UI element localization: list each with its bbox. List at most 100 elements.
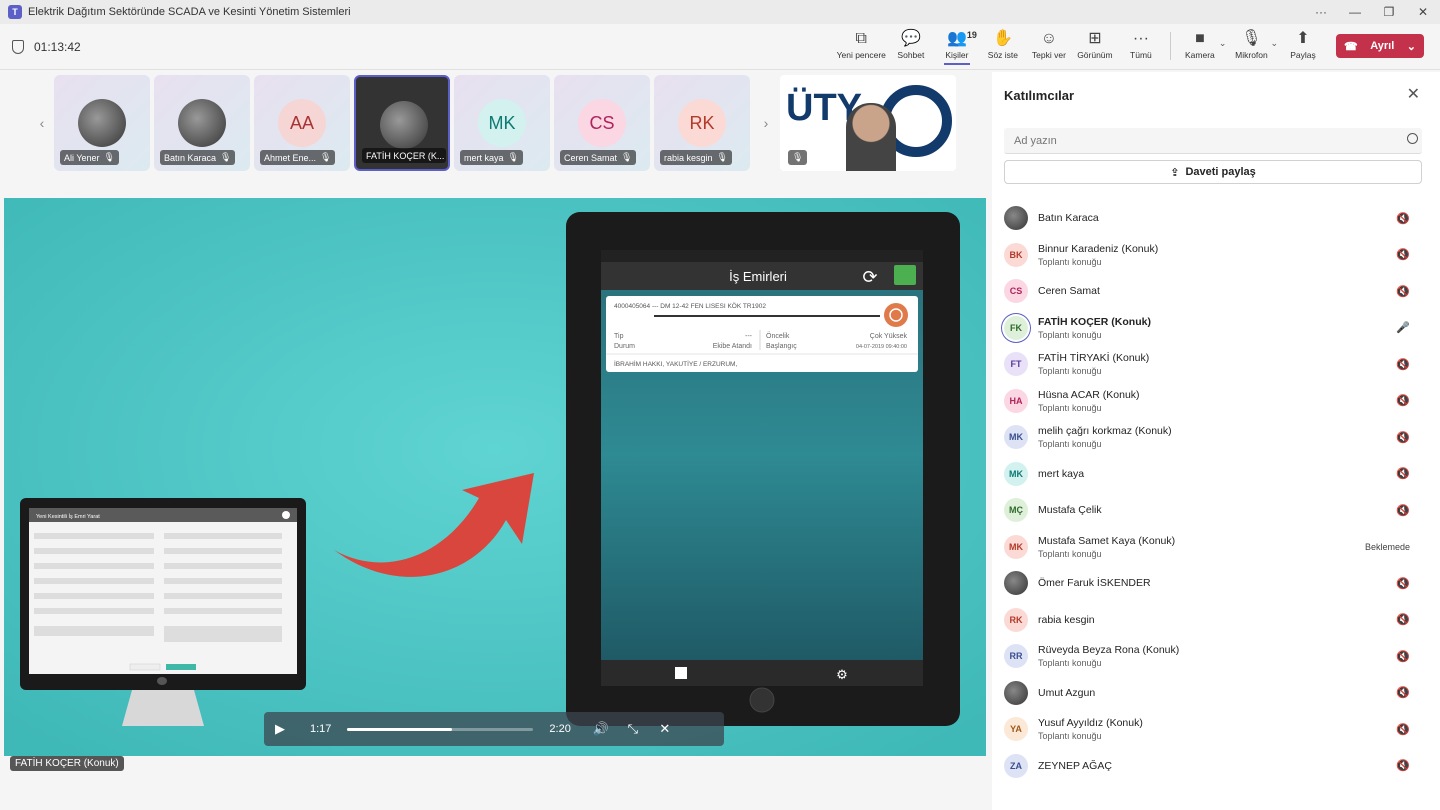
participant-row[interactable]: Ömer Faruk İSKENDER 🔇 — [1004, 565, 1428, 601]
volume-icon[interactable]: 🔊 — [585, 721, 617, 737]
participant-row[interactable]: RR Rüveyda Beyza Rona (Konuk) Toplantı kon… — [1004, 638, 1428, 674]
close-window-button[interactable]: ✕ — [1406, 5, 1440, 19]
participant-name: Ömer Faruk İSKENDER — [1038, 577, 1151, 589]
avatar — [1004, 206, 1028, 230]
avatar: BK — [1004, 242, 1028, 267]
share-screen-icon: ⬆ — [1296, 30, 1310, 47]
mic-off-icon: 🎙 — [1241, 30, 1262, 47]
phone-hangup-icon: ☎ — [1344, 40, 1358, 53]
minimize-button[interactable]: — — [1338, 5, 1372, 19]
participant-row[interactable]: CS Ceren Samat 🔇 — [1004, 273, 1428, 309]
participant-row[interactable]: RK rabia kesgin 🔇 — [1004, 602, 1428, 638]
participant-role: Toplantı konuğu — [1038, 548, 1102, 559]
avatar: FK — [1004, 315, 1028, 340]
participant-row[interactable]: Umut Azgun 🔇 — [1004, 675, 1428, 711]
participant-row[interactable]: Batın Karaca 🔇 — [1004, 200, 1428, 236]
toolbar-raise-hand-button[interactable]: ✋ Söz iste — [982, 28, 1024, 60]
video-tile[interactable]: MK mert kaya 🎙 — [454, 75, 550, 171]
mic-button[interactable]: 🎙 Mikrofon — [1230, 28, 1272, 60]
leave-button[interactable]: ☎ Ayrıl ⌄ — [1336, 34, 1424, 58]
play-button[interactable]: ▶ — [264, 721, 296, 737]
camera-label: Kamera — [1185, 50, 1215, 60]
tile-name-label: Ali Yener 🎙 — [60, 150, 119, 165]
popout-icon: ⧉ — [855, 30, 867, 47]
participant-name: Batın Karaca — [1038, 212, 1099, 224]
video-tile[interactable]: CS Ceren Samat 🎙 — [554, 75, 650, 171]
participant-search-input[interactable] — [1004, 128, 1422, 154]
tile-name-label: Batın Karaca 🎙 — [160, 150, 236, 165]
avatar — [1004, 571, 1028, 595]
toolbar-emoji-button[interactable]: ☺ Tepki ver — [1028, 28, 1070, 60]
video-tile[interactable]: RK rabia kesgin 🎙 — [654, 75, 750, 171]
share-button[interactable]: ⬆ Paylaş — [1282, 28, 1324, 60]
participant-row[interactable]: FT FATİH TİRYAKİ (Konuk) Toplantı konuğu 🔇 — [1004, 346, 1428, 382]
participant-row[interactable]: YA Yusuf Ayyıldız (Konuk) Toplantı konuğu 🔇 — [1004, 711, 1428, 747]
presenter-name-label: FATİH KOÇER (Konuk) — [10, 756, 124, 771]
avatar — [78, 99, 126, 147]
participant-row[interactable]: ZA ZEYNEP AĞAÇ 🔇 — [1004, 748, 1428, 784]
tip-label: Tip — [614, 333, 624, 340]
participant-info: Mustafa Çelik — [1038, 504, 1358, 516]
participant-status-text: Beklemede — [1364, 541, 1410, 552]
close-player-icon[interactable]: ✕ — [649, 721, 681, 737]
share-invite-button[interactable]: ⇪ Daveti paylaş — [1004, 160, 1422, 184]
tile-name-label: rabia kesgin 🎙 — [660, 150, 732, 165]
tablet-header-title: İş Emirleri — [729, 269, 787, 284]
exit-fullscreen-icon[interactable]: ⤡ — [617, 721, 649, 737]
mic-off-icon: 🔇 — [1396, 212, 1410, 225]
toolbar-label: Tepki ver — [1031, 50, 1066, 60]
strip-prev-icon[interactable]: ‹ — [30, 75, 54, 171]
share-label: Paylaş — [1290, 50, 1316, 60]
toolbar-popout-button[interactable]: ⧉ Yeni pencere — [837, 28, 886, 60]
tile-name-text: Ceren Samat — [564, 152, 618, 163]
video-tile[interactable]: Batın Karaca 🎙 — [154, 75, 250, 171]
more-icon: ··· — [1132, 30, 1149, 47]
tile-name-label: FATİH KOÇER (K...🎙 — [362, 148, 446, 163]
participant-row[interactable]: MÇ Mustafa Çelik 🔇 — [1004, 492, 1428, 528]
participant-row[interactable]: MK Mustafa Samet Kaya (Konuk) Toplantı kon… — [1004, 529, 1428, 565]
camera-button[interactable]: ■ Kamera — [1179, 28, 1221, 60]
avatar: YA — [1004, 717, 1028, 741]
toolbar-more-button[interactable]: ··· Tümü — [1120, 28, 1162, 60]
avatar — [380, 101, 428, 149]
participant-row[interactable]: HA Hüsna ACAR (Konuk) Toplantı konuğu 🔇 — [1004, 383, 1428, 419]
mic-off-icon: 🎙 — [103, 152, 115, 162]
toolbar-grid-button[interactable]: ⊞ Görünüm — [1074, 28, 1116, 60]
video-tile[interactable]: Ali Yener 🎙 — [54, 75, 150, 171]
panel-close-icon[interactable]: ✕ — [1407, 84, 1420, 104]
participant-row[interactable]: MK mert kaya 🔇 — [1004, 456, 1428, 492]
video-tile[interactable]: AA Ahmet Ene... 🎙 — [254, 75, 350, 171]
tile-name-label: mert kaya 🎙 — [460, 150, 523, 165]
logo-video-tile[interactable]: ÜTY 🎙 — [780, 75, 956, 171]
participant-row[interactable]: FK FATİH KOÇER (Konuk) Toplantı konuğu 🎤 — [1004, 310, 1428, 346]
video-tile[interactable]: FATİH KOÇER (K...🎙 — [354, 75, 450, 171]
strip-next-icon[interactable]: › — [754, 75, 778, 171]
more-options-icon[interactable]: ··· — [1304, 5, 1338, 19]
participant-info: FATİH KOÇER (Konuk) Toplantı konuğu — [1038, 316, 1358, 340]
durum-value: Ekibe Atandı — [713, 343, 752, 350]
chat-icon: 💬 — [900, 30, 921, 47]
tile-name-text: rabia kesgin — [664, 152, 713, 163]
participant-role: Toplantı konuğu — [1038, 658, 1102, 668]
participant-name: Mustafa Samet Kaya (Konuk) — [1038, 534, 1176, 547]
avatar — [178, 99, 226, 147]
toolbar-people-button[interactable]: 👥 19 Kişiler — [936, 28, 978, 65]
participant-row[interactable]: BK Binnur Karadeniz (Konuk) Toplantı konuğ… — [1004, 237, 1428, 273]
avatar: CS — [1004, 279, 1028, 303]
participant-info: ZEYNEP AĞAÇ — [1038, 760, 1358, 772]
leave-label: Ayrıl — [1370, 40, 1395, 52]
participant-row[interactable]: MK melih çağrı korkmaz (Konuk) Toplantı ko… — [1004, 419, 1428, 455]
avatar — [1004, 680, 1028, 705]
mic-off-icon: 🎙 — [788, 150, 808, 165]
monitor-dialog-title: Yeni Kesintili İş Emri Yarat — [36, 513, 100, 520]
avatar: FT — [1004, 352, 1028, 376]
oncelik-value: Çok Yüksek — [870, 333, 908, 340]
toolbar-chat-button[interactable]: 💬 Sohbet — [890, 28, 932, 60]
seek-bar[interactable] — [347, 727, 534, 731]
current-time: 1:17 — [310, 723, 332, 735]
panel-title: Katılımcılar — [1004, 88, 1075, 103]
restore-button[interactable]: ❐ — [1372, 5, 1406, 19]
participant-role: Toplantı konuğu — [1038, 366, 1102, 376]
avatar: HA — [1004, 388, 1028, 413]
participant-list: Batın Karaca 🔇 BK Binnur Karadeniz (Konuk) T… — [992, 182, 1440, 810]
